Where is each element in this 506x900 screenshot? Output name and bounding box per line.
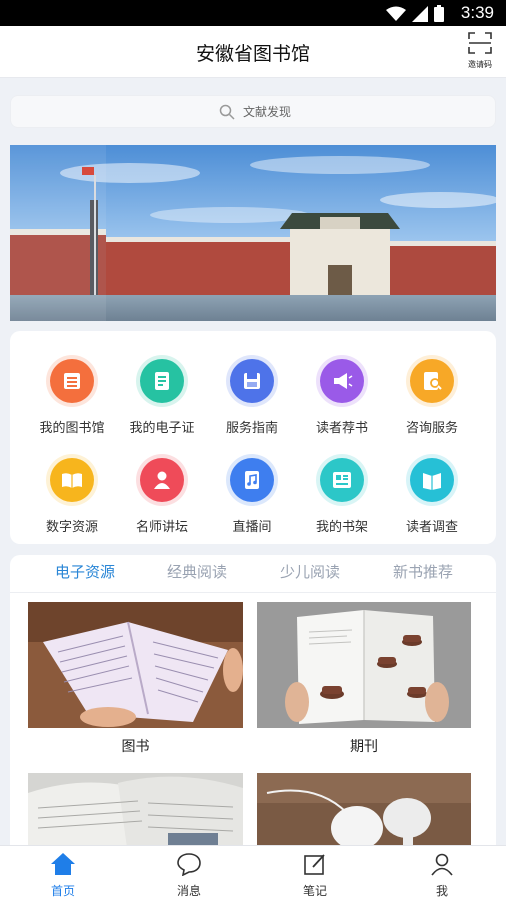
open-book-photo — [28, 602, 243, 728]
service-guide[interactable]: 服务指南 — [207, 355, 297, 436]
magazine-photo — [257, 602, 471, 728]
resource-section: 电子资源 经典阅读 少儿阅读 新书推荐 图书 期刊 — [10, 555, 496, 855]
books-label: 图书 — [121, 739, 150, 755]
cell-signal-icon — [412, 5, 428, 22]
service-reader-survey[interactable]: 读者调查 — [387, 454, 477, 535]
services-grid: 我的图书馆 我的电子证 服务指南 读者荐书 咨询服务 数字资源 名师讲坛 直播间… — [10, 331, 496, 544]
status-bar: 3:39 — [0, 0, 506, 26]
scan-invite-button[interactable]: 邀请码 — [464, 32, 496, 70]
newspaper-thumbnail[interactable] — [28, 773, 243, 855]
books-thumbnail[interactable] — [28, 602, 243, 728]
wifi-icon — [386, 6, 406, 21]
service-live-room[interactable]: 直播间 — [207, 454, 297, 535]
nav-messages[interactable]: 消息 — [159, 852, 219, 899]
newspaper-photo — [28, 773, 243, 855]
tab-classic-reading[interactable]: 经典阅读 — [167, 561, 227, 582]
journals-label: 期刊 — [350, 739, 378, 755]
guide-icon — [226, 355, 278, 407]
search-icon — [219, 104, 235, 120]
bookshelf-icon — [316, 454, 368, 506]
battery-icon — [434, 5, 444, 22]
message-icon — [177, 853, 201, 877]
banner-carousel[interactable] — [10, 145, 496, 321]
bottom-navigation: 首页 消息 笔记 我 — [0, 845, 506, 900]
e-card-icon — [136, 355, 188, 407]
library-building-photo — [10, 145, 496, 321]
search-placeholder: 文献发现 — [243, 105, 292, 119]
search-bar[interactable]: 文献发现 — [10, 95, 496, 128]
service-digital-resources[interactable]: 数字资源 — [27, 454, 117, 535]
consult-icon — [406, 355, 458, 407]
survey-icon — [406, 454, 458, 506]
earphones-photo — [257, 773, 471, 855]
scan-icon — [468, 32, 492, 54]
library-icon — [46, 355, 98, 407]
status-icons — [386, 5, 444, 22]
service-my-library[interactable]: 我的图书馆 — [27, 355, 117, 436]
lecturer-icon — [136, 454, 188, 506]
note-icon — [304, 854, 325, 875]
nav-me[interactable]: 我 — [412, 852, 472, 899]
nav-notes[interactable]: 笔记 — [285, 852, 345, 899]
open-book-icon — [46, 454, 98, 506]
user-icon — [431, 853, 453, 876]
service-lecture[interactable]: 名师讲坛 — [117, 454, 207, 535]
scan-label: 邀请码 — [468, 60, 492, 69]
tab-new-books[interactable]: 新书推荐 — [393, 561, 453, 582]
page-title: 安徽省图书馆 — [195, 43, 310, 65]
music-note-icon — [226, 454, 278, 506]
service-consult[interactable]: 咨询服务 — [387, 355, 477, 436]
journals-thumbnail[interactable] — [257, 602, 471, 728]
tab-children-reading[interactable]: 少儿阅读 — [280, 561, 340, 582]
audio-thumbnail[interactable] — [257, 773, 471, 855]
app-header: 安徽省图书馆 邀请码 — [0, 26, 506, 78]
service-my-bookshelf[interactable]: 我的书架 — [297, 454, 387, 535]
nav-home[interactable]: 首页 — [33, 852, 93, 899]
megaphone-icon — [316, 355, 368, 407]
home-icon — [51, 853, 75, 875]
service-my-e-card[interactable]: 我的电子证 — [117, 355, 207, 436]
resource-tabs: 电子资源 经典阅读 少儿阅读 新书推荐 — [10, 555, 496, 593]
status-time: 3:39 — [460, 3, 494, 22]
service-reader-recommend[interactable]: 读者荐书 — [297, 355, 387, 436]
tab-e-resources[interactable]: 电子资源 — [55, 561, 115, 582]
